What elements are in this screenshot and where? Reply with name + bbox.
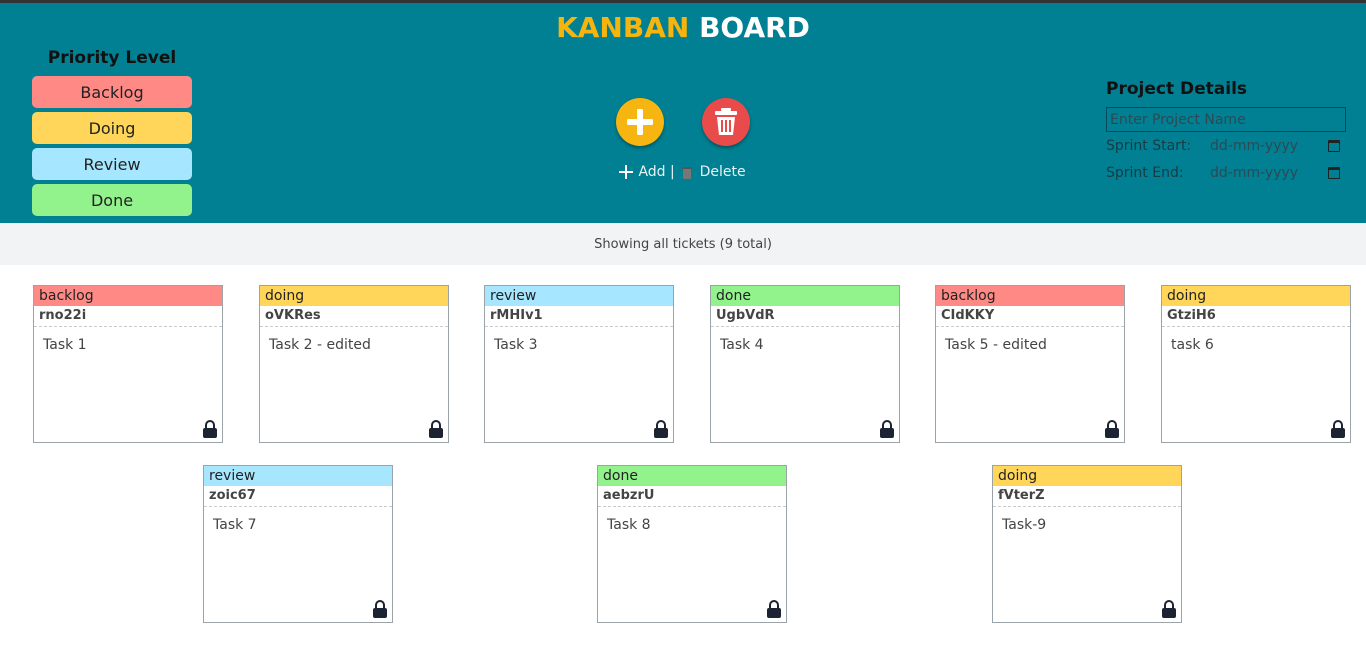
lock-icon[interactable] (1104, 420, 1120, 438)
ticket-card[interactable]: doing oVKRes Task 2 - edited (259, 285, 449, 443)
project-heading: Project Details (1106, 79, 1248, 99)
plus-icon (627, 109, 653, 135)
ticket-description[interactable]: Task 7 (204, 507, 392, 533)
ticket-card[interactable]: done UgbVdR Task 4 (710, 285, 900, 443)
sprint-end-label: Sprint End: (1106, 164, 1184, 181)
ticket-board: backlog rno22i Task 1 doing oVKRes Task … (0, 265, 1366, 645)
ticket-priority: done (711, 286, 899, 306)
ticket-card[interactable]: review rMHIv1 Task 3 (484, 285, 674, 443)
ticket-id: CIdKKY (936, 306, 1124, 327)
ticket-description[interactable]: task 6 (1162, 327, 1350, 353)
ticket-description[interactable]: Task 5 - edited (936, 327, 1124, 353)
calendar-icon[interactable] (1328, 139, 1340, 152)
title-kanban: KANBAN (556, 11, 690, 44)
sprint-start-input[interactable]: dd-mm-yyyy (1210, 138, 1328, 154)
ticket-card[interactable]: backlog CIdKKY Task 5 - edited (935, 285, 1125, 443)
ticket-priority: review (485, 286, 673, 306)
ticket-description[interactable]: Task 8 (598, 507, 786, 533)
ticket-id: rno22i (34, 306, 222, 327)
add-ticket-button[interactable] (616, 98, 664, 146)
priority-done-button[interactable]: Done (32, 184, 192, 216)
ticket-card[interactable]: backlog rno22i Task 1 (33, 285, 223, 443)
ticket-id: GtziH6 (1162, 306, 1350, 327)
ticket-description[interactable]: Task 1 (34, 327, 222, 353)
priority-label: Review (83, 154, 141, 174)
ticket-priority: backlog (936, 286, 1124, 306)
lock-icon[interactable] (202, 420, 218, 438)
status-bar: Showing all tickets (9 total) (0, 223, 1366, 265)
project-details: Project Details Sprint Start: dd-mm-yyyy… (1106, 79, 1346, 186)
priority-label: Backlog (80, 82, 144, 102)
ticket-priority: backlog (34, 286, 222, 306)
project-name-input[interactable] (1106, 107, 1346, 132)
priority-label: Doing (88, 118, 136, 138)
ticket-id: zoic67 (204, 486, 392, 507)
lock-icon[interactable] (428, 420, 444, 438)
add-label[interactable]: Add (638, 164, 665, 180)
lock-icon[interactable] (372, 600, 388, 618)
ticket-description[interactable]: Task 4 (711, 327, 899, 353)
ticket-description[interactable]: Task 3 (485, 327, 673, 353)
ticket-priority: done (598, 466, 786, 486)
ticket-description[interactable]: Task 2 - edited (260, 327, 448, 353)
priority-doing-button[interactable]: Doing (32, 112, 192, 144)
calendar-icon[interactable] (1328, 166, 1340, 179)
priority-backlog-button[interactable]: Backlog (32, 76, 192, 108)
ticket-card[interactable]: review zoic67 Task 7 (203, 465, 393, 623)
small-plus-icon (619, 165, 633, 179)
ticket-id: fVterZ (993, 486, 1181, 507)
sprint-end-row: Sprint End: dd-mm-yyyy (1106, 159, 1346, 186)
lock-icon[interactable] (1330, 420, 1346, 438)
ticket-id: aebzrU (598, 486, 786, 507)
sprint-end-input[interactable]: dd-mm-yyyy (1210, 165, 1328, 181)
priority-heading: Priority Level (47, 48, 177, 68)
ticket-priority: doing (1162, 286, 1350, 306)
app-header: KANBAN BOARD Priority Level Backlog Doin… (0, 3, 1366, 223)
sprint-start-label: Sprint Start: (1106, 137, 1192, 154)
ticket-card[interactable]: done aebzrU Task 8 (597, 465, 787, 623)
priority-label: Done (90, 190, 134, 210)
delete-ticket-button[interactable] (702, 98, 750, 146)
action-labels: Add | Delete (618, 164, 778, 180)
priority-review-button[interactable]: Review (32, 148, 192, 180)
delete-label[interactable]: Delete (700, 164, 746, 180)
ticket-priority: doing (260, 286, 448, 306)
lock-icon[interactable] (879, 420, 895, 438)
lock-icon[interactable] (1161, 600, 1177, 618)
sprint-start-row: Sprint Start: dd-mm-yyyy (1106, 132, 1346, 159)
trash-icon (715, 108, 737, 135)
small-trash-icon (682, 167, 693, 179)
ticket-description[interactable]: Task-9 (993, 507, 1181, 533)
title-board: BOARD (699, 11, 810, 44)
ticket-id: rMHIv1 (485, 306, 673, 327)
ticket-id: oVKRes (260, 306, 448, 327)
status-text: Showing all tickets (9 total) (594, 236, 772, 252)
ticket-priority: review (204, 466, 392, 486)
lock-icon[interactable] (766, 600, 782, 618)
lock-icon[interactable] (653, 420, 669, 438)
ticket-card[interactable]: doing GtziH6 task 6 (1161, 285, 1351, 443)
ticket-card[interactable]: doing fVterZ Task-9 (992, 465, 1182, 623)
separator: | (670, 164, 675, 180)
page-title: KANBAN BOARD (0, 11, 1366, 44)
priority-panel: Priority Level Backlog Doing Review Done (32, 48, 192, 220)
ticket-id: UgbVdR (711, 306, 899, 327)
ticket-priority: doing (993, 466, 1181, 486)
